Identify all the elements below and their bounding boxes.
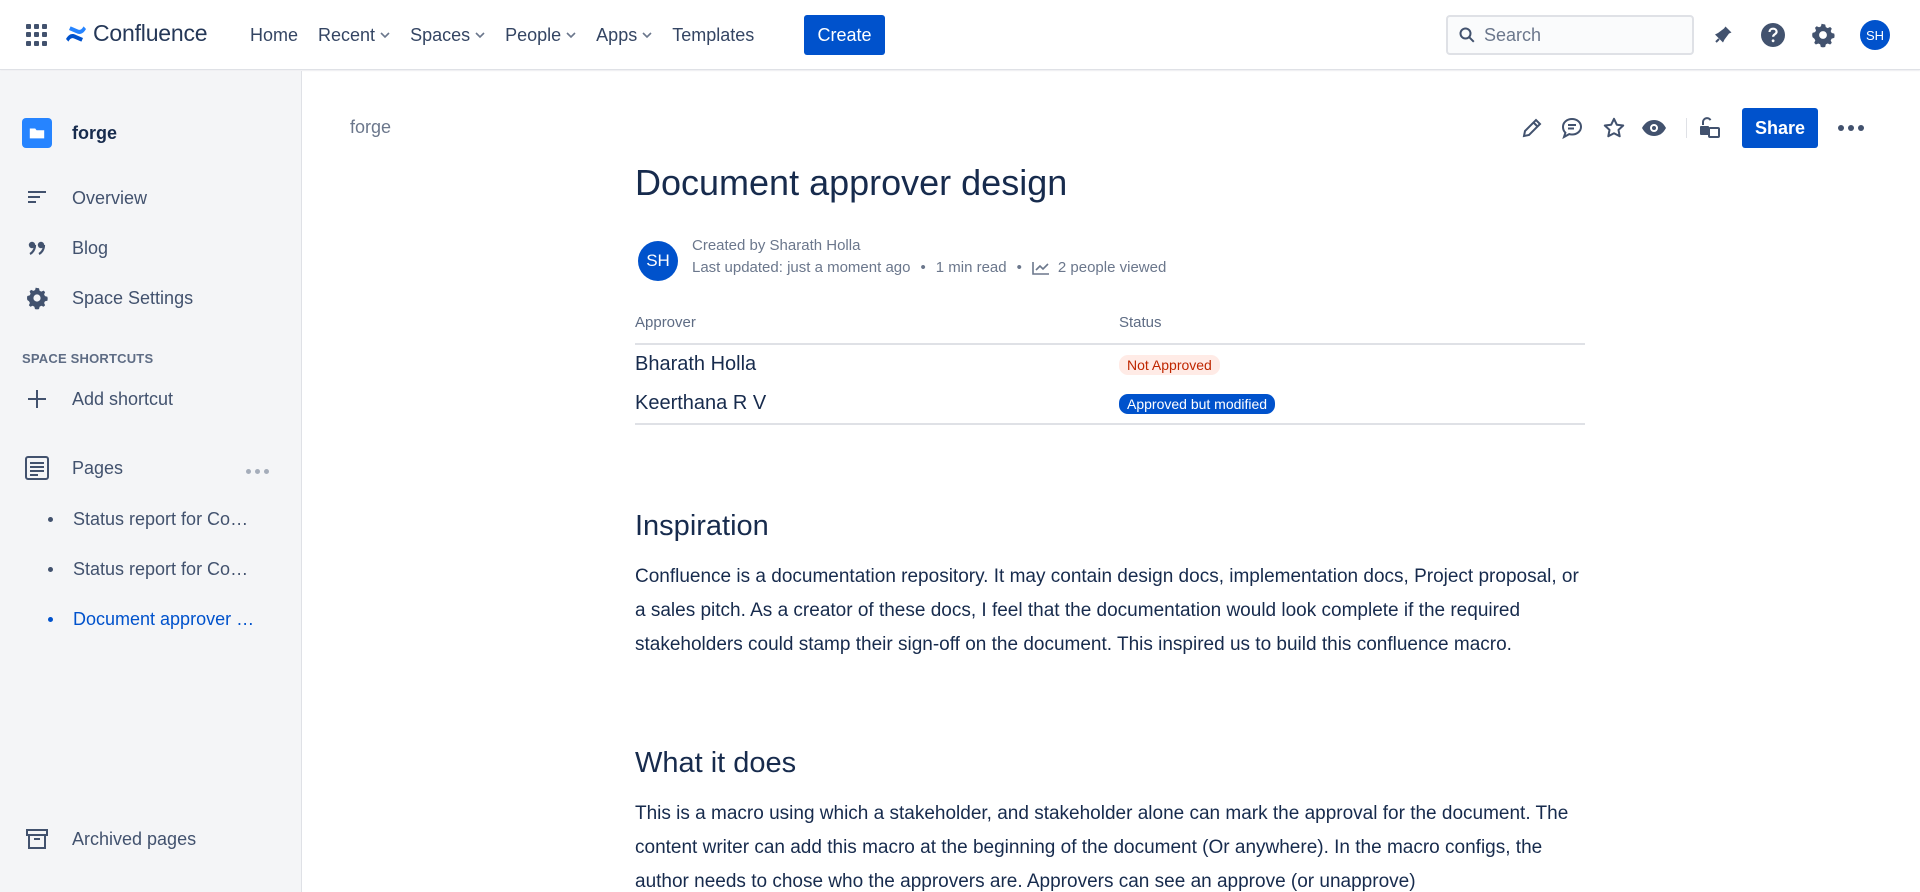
space-name: forge <box>72 122 117 143</box>
sidebar-item-label: Space Settings <box>72 287 194 308</box>
help-icon[interactable] <box>1758 20 1788 50</box>
status-cell: Approved but modified <box>1119 384 1585 425</box>
sidebar-item-overview[interactable]: Overview <box>22 183 147 213</box>
nav-recent-label: Recent <box>318 24 376 45</box>
comment-icon[interactable] <box>1556 112 1588 144</box>
overview-lines-icon <box>22 183 52 213</box>
page-tree-label: Document approver d… <box>73 609 258 629</box>
app-switcher-icon[interactable] <box>26 24 48 46</box>
search-box <box>1446 15 1694 55</box>
sidebar-item-blog[interactable]: Blog <box>22 233 108 263</box>
main-nav: Home Recent Spaces People Apps Templates <box>240 0 764 70</box>
sidebar-item-label: Blog <box>72 237 109 258</box>
nav-templates[interactable]: Templates <box>662 15 764 55</box>
meta-separator: • <box>920 259 926 276</box>
page-metadata: Last updated: just a moment ago • 1 min … <box>692 259 1166 276</box>
section-paragraph: This is a macro using which a stakeholde… <box>635 803 1569 892</box>
sidebar-item-pages[interactable]: Pages <box>22 453 123 483</box>
nav-home[interactable]: Home <box>240 15 308 55</box>
sidebar-item-label: Pages <box>72 457 124 478</box>
sidebar-item-space-settings[interactable]: Space Settings <box>22 283 193 313</box>
section-heading: What it does <box>635 747 797 779</box>
nav-apps[interactable]: Apps <box>586 15 662 55</box>
confluence-logo-icon <box>66 25 86 42</box>
sidebar-item-archived-pages[interactable]: Archived pages <box>22 824 196 854</box>
read-time: 1 min read <box>935 259 1007 276</box>
toolbar-divider <box>1686 118 1687 138</box>
page-tree-item[interactable]: Status report for Code… <box>48 509 258 530</box>
status-badge: Approved but modified <box>1119 394 1276 414</box>
last-updated: Last updated: just a moment ago <box>692 259 911 276</box>
gear-icon <box>22 283 52 313</box>
nav-people-label: People <box>505 24 562 45</box>
more-actions-icon[interactable] <box>1838 125 1864 131</box>
nav-home-label: Home <box>250 24 299 45</box>
quote-icon <box>22 233 52 263</box>
bullet-icon <box>48 517 53 522</box>
page-tree-item[interactable]: Status report for Code… <box>48 559 258 580</box>
share-button[interactable]: Share <box>1742 108 1818 148</box>
create-button[interactable]: Create <box>804 15 885 55</box>
space-folder-icon <box>22 118 52 148</box>
table-row: Bharath Holla Not Approved <box>635 344 1585 384</box>
confluence-logo[interactable]: Confluence <box>64 20 208 47</box>
status-cell: Not Approved <box>1119 344 1585 384</box>
notifications-icon[interactable] <box>1708 20 1738 50</box>
approver-name: Bharath Holla <box>635 353 757 375</box>
approver-name: Keerthana R V <box>635 384 1119 425</box>
top-navigation-bar: Confluence Home Recent Spaces People App… <box>0 0 1920 70</box>
created-by: Created by Sharath Holla <box>692 237 861 254</box>
add-shortcut-label: Add shortcut <box>72 388 174 409</box>
chevron-down-icon <box>642 32 652 39</box>
search-icon <box>1459 27 1475 43</box>
restrictions-unlock-icon[interactable] <box>1694 112 1726 144</box>
breadcrumb-space-link[interactable]: forge <box>350 117 391 138</box>
pages-more-actions-icon[interactable] <box>246 469 269 474</box>
page-title: Document approver design <box>635 162 1068 203</box>
status-column-header: Status <box>1119 314 1585 345</box>
section-heading: Inspiration <box>635 510 769 542</box>
sidebar-item-label: Overview <box>72 187 148 208</box>
add-shortcut-button[interactable]: Add shortcut <box>22 384 173 414</box>
page-tree-label: Status report for Code… <box>73 509 258 529</box>
archive-box-icon <box>22 824 52 854</box>
approver-table: Approver Status Bharath Holla Not Approv… <box>635 314 1585 425</box>
settings-gear-icon[interactable] <box>1808 20 1838 50</box>
nav-apps-label: Apps <box>596 24 638 45</box>
plus-icon <box>22 384 52 414</box>
analytics-chart-icon <box>1032 261 1049 275</box>
nav-spaces[interactable]: Spaces <box>400 15 495 55</box>
sidebar-item-label: Archived pages <box>72 828 197 849</box>
nav-templates-label: Templates <box>672 24 755 45</box>
edit-pencil-icon[interactable] <box>1516 112 1548 144</box>
meta-separator: • <box>1016 259 1022 276</box>
user-avatar[interactable]: SH <box>1860 20 1890 50</box>
people-viewed[interactable]: 2 people viewed <box>1058 259 1166 276</box>
approver-column-header: Approver <box>635 314 1119 345</box>
pages-document-icon <box>22 453 52 483</box>
page-tree-label: Status report for Code… <box>73 559 258 579</box>
nav-recent[interactable]: Recent <box>308 15 400 55</box>
watch-eye-icon[interactable] <box>1638 112 1670 144</box>
section-paragraph: Confluence is a documentation repository… <box>635 566 1579 655</box>
status-badge: Not Approved <box>1119 355 1220 375</box>
bullet-icon <box>48 617 53 622</box>
app-name: Confluence <box>93 20 208 46</box>
search-input[interactable] <box>1484 24 1684 46</box>
space-header[interactable]: forge <box>22 118 117 148</box>
star-icon[interactable] <box>1598 112 1630 144</box>
nav-spaces-label: Spaces <box>410 24 471 45</box>
chevron-down-icon <box>380 32 390 39</box>
space-sidebar: forge Overview Blog Space Settings SPACE… <box>0 71 302 892</box>
nav-people[interactable]: People <box>495 15 586 55</box>
page-tree-item-current[interactable]: Document approver d… <box>48 609 258 630</box>
table-row: Keerthana R V Approved but modified <box>635 384 1585 425</box>
chevron-down-icon <box>475 32 485 39</box>
chevron-down-icon <box>566 32 576 39</box>
space-shortcuts-heading: SPACE SHORTCUTS <box>22 351 154 366</box>
bullet-icon <box>48 567 53 572</box>
author-avatar[interactable]: SH <box>638 241 678 281</box>
